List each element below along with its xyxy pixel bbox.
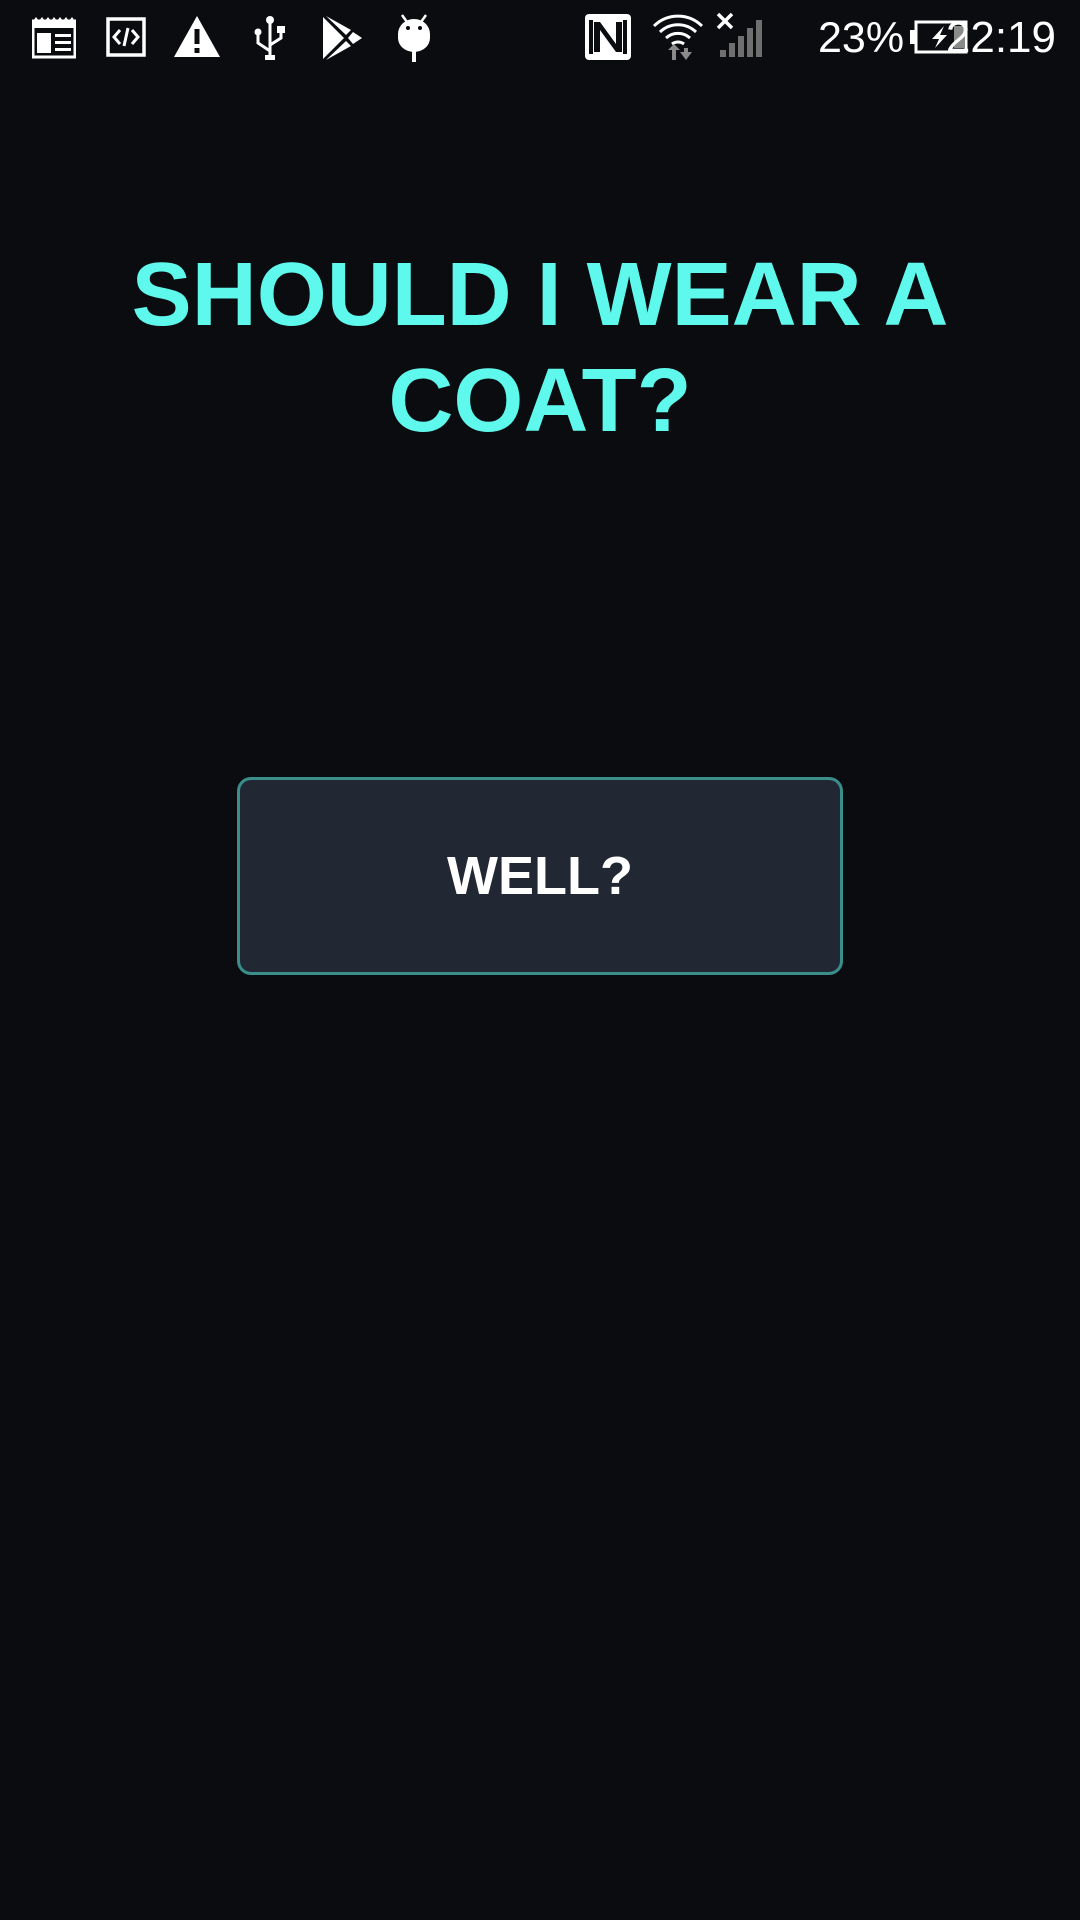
warning-icon bbox=[173, 15, 221, 59]
usb-icon bbox=[252, 15, 288, 61]
battery-percentage: 23% bbox=[818, 14, 905, 62]
nfc-icon bbox=[585, 14, 631, 60]
status-bar: 23% 22:19 bbox=[0, 0, 1080, 76]
android-debug-icon bbox=[396, 14, 432, 62]
page-title: SHOULD I WEAR A COAT? bbox=[131, 245, 949, 451]
play-store-icon bbox=[321, 16, 363, 60]
signal-no-service-icon bbox=[716, 12, 766, 58]
well-button[interactable]: WELL? bbox=[237, 777, 843, 975]
news-icon bbox=[32, 17, 76, 59]
wifi-icon bbox=[652, 12, 704, 62]
notification-icons bbox=[0, 0, 460, 76]
code-icon bbox=[106, 17, 146, 57]
status-clock: 22:19 bbox=[945, 13, 1056, 62]
system-icons: 23% 22:19 bbox=[560, 0, 1080, 76]
